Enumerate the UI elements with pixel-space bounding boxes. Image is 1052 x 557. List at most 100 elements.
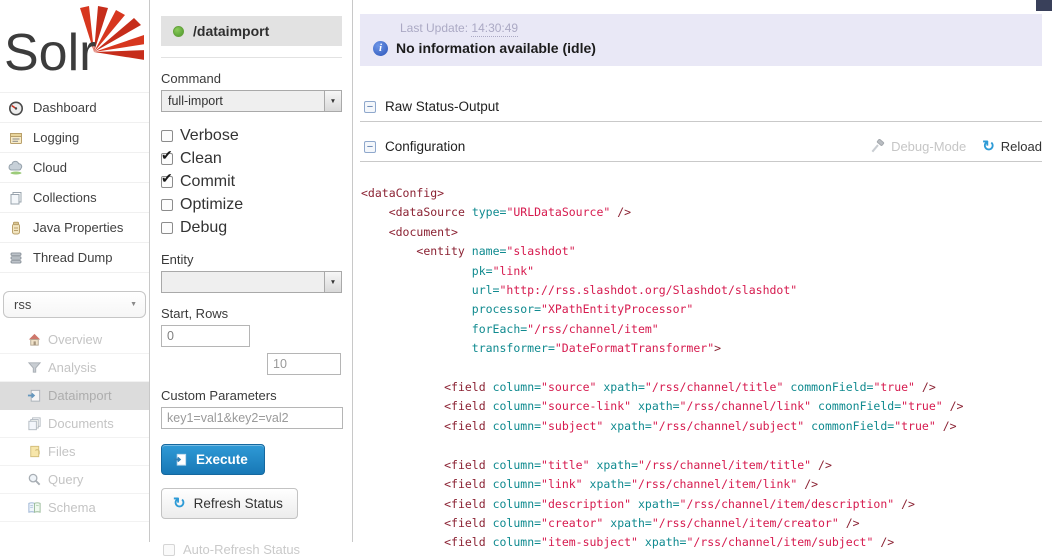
checkbox-box [161, 130, 173, 142]
checkbox-commit[interactable]: ✔ Commit [161, 170, 342, 193]
checkbox-label: Commit [180, 173, 235, 191]
config-xml-line: <dataConfig> [361, 184, 1052, 203]
auto-refresh-label: Auto-Refresh Status [183, 542, 300, 557]
checkbox-label: Debug [180, 219, 227, 237]
last-update-label: Last Update: [400, 21, 468, 35]
nav-label: Cloud [33, 160, 67, 175]
core-menu-label: Files [48, 444, 75, 459]
solr-logo: Solr [0, 0, 149, 92]
core-selector[interactable]: rss ▼ [3, 291, 146, 318]
config-xml-line: <field column="description" xpath="/rss/… [361, 495, 1052, 514]
checkbox-box [163, 544, 175, 556]
solr-logo-image: Solr [2, 4, 144, 90]
handler-name: /dataimport [193, 23, 269, 39]
status-message-row: i No information available (idle) [373, 40, 596, 56]
core-menu-dataimport[interactable]: Dataimport [0, 382, 149, 410]
nav-thread-dump[interactable]: Thread Dump [0, 243, 149, 273]
debug-mode-label: Debug-Mode [891, 139, 966, 154]
core-menu-label: Query [48, 472, 83, 487]
execute-icon [173, 452, 188, 467]
command-select-value: full-import [162, 94, 324, 108]
config-xml-line: <field column="source" xpath="/rss/chann… [361, 378, 1052, 397]
core-menu-label: Documents [48, 416, 114, 431]
nav-label: Logging [33, 130, 79, 145]
reload-icon: ↻ [982, 139, 995, 154]
documents-icon [27, 416, 42, 431]
command-select[interactable]: full-import ▼ [161, 90, 342, 112]
config-xml-line: <dataSource type="URLDataSource" /> [361, 203, 1052, 222]
nav-dashboard[interactable]: Dashboard [0, 93, 149, 123]
logging-icon [8, 130, 24, 146]
auto-refresh-checkbox[interactable]: Auto-Refresh Status [163, 542, 352, 557]
command-label: Command [161, 71, 342, 86]
configuration-section-header[interactable]: − Configuration Debug-Mode ↻ Reload [360, 139, 1042, 162]
core-menu: Overview Analysis Dataimport Documents [0, 326, 149, 522]
execute-button[interactable]: Execute [161, 444, 265, 475]
core-menu-query[interactable]: Query [0, 466, 149, 494]
main-content: Last Update: 14:30:49 i No information a… [354, 0, 1052, 542]
last-update: Last Update: 14:30:49 [400, 21, 518, 35]
checkbox-optimize[interactable]: Optimize [161, 193, 342, 216]
core-menu-files[interactable]: Files [0, 438, 149, 466]
status-message: No information available (idle) [396, 40, 596, 56]
hammer-icon [870, 139, 885, 154]
config-xml-line: <field column="creator" xpath="/rss/chan… [361, 514, 1052, 533]
nav-label: Dashboard [33, 100, 97, 115]
entity-label: Entity [161, 252, 342, 267]
nav-cloud[interactable]: Cloud [0, 153, 149, 183]
config-xml-line [361, 359, 1052, 378]
checkbox-label: Verbose [180, 127, 239, 145]
checkbox-box: ✔ [161, 176, 173, 188]
checkbox-debug[interactable]: Debug [161, 216, 342, 239]
check-icon: ✔ [161, 170, 173, 187]
config-xml-line [361, 436, 1052, 455]
info-icon: i [373, 41, 388, 56]
core-menu-label: Dataimport [48, 388, 112, 403]
checkbox-verbose[interactable]: Verbose [161, 124, 342, 147]
config-xml-line: pk="link" [361, 262, 1052, 281]
nav-logging[interactable]: Logging [0, 123, 149, 153]
core-menu-label: Schema [48, 500, 96, 515]
config-xml-line: processor="XPathEntityProcessor" [361, 300, 1052, 319]
core-menu-documents[interactable]: Documents [0, 410, 149, 438]
refresh-status-label: Refresh Status [194, 496, 283, 511]
collections-icon [8, 190, 24, 206]
book-icon [27, 500, 42, 515]
refresh-icon: ↻ [173, 496, 186, 511]
start-input[interactable] [161, 325, 250, 347]
config-xml-line: <field column="subject" xpath="/rss/chan… [361, 417, 1052, 436]
config-xml-line: <field column="title" xpath="/rss/channe… [361, 456, 1052, 475]
chevron-down-icon: ▼ [324, 91, 341, 111]
debug-mode-button[interactable]: Debug-Mode [870, 139, 966, 154]
config-xml-line: <document> [361, 223, 1052, 242]
core-menu-analysis[interactable]: Analysis [0, 354, 149, 382]
core-menu-schema[interactable]: Schema [0, 494, 149, 522]
refresh-status-button[interactable]: ↻ Refresh Status [161, 488, 298, 519]
scrollbar-fragment[interactable] [1036, 0, 1052, 11]
collapse-icon[interactable]: − [364, 101, 376, 113]
chevron-down-icon: ▼ [324, 272, 341, 292]
nav-label: Java Properties [33, 220, 123, 235]
home-icon [27, 332, 42, 347]
entity-select[interactable]: ▼ [161, 271, 342, 293]
core-menu-label: Overview [48, 332, 102, 347]
custom-parameters-input[interactable] [161, 407, 343, 429]
checkbox-clean[interactable]: ✔Clean [161, 147, 342, 170]
raw-status-section-header[interactable]: − Raw Status-Output [360, 99, 1042, 122]
nav-java-properties[interactable]: Java Properties [0, 213, 149, 243]
sidebar: Solr Dashboard Logging [0, 0, 150, 542]
execute-label: Execute [196, 452, 248, 467]
collapse-icon[interactable]: − [364, 141, 376, 153]
rows-input[interactable] [267, 353, 341, 375]
nav-collections[interactable]: Collections [0, 183, 149, 213]
checkbox-box: ✔ [161, 153, 173, 165]
raw-status-title: Raw Status-Output [385, 99, 499, 114]
config-xml: <dataConfig> <dataSource type="URLDataSo… [361, 184, 1052, 553]
config-xml-line: <field column="item-subject" xpath="/rss… [361, 533, 1052, 552]
custom-parameters-label: Custom Parameters [161, 388, 342, 403]
core-menu-overview[interactable]: Overview [0, 326, 149, 354]
funnel-icon [27, 360, 42, 375]
config-xml-line: <field column="link" xpath="/rss/channel… [361, 475, 1052, 494]
dashboard-icon [8, 100, 24, 116]
reload-button[interactable]: ↻ Reload [982, 139, 1042, 154]
